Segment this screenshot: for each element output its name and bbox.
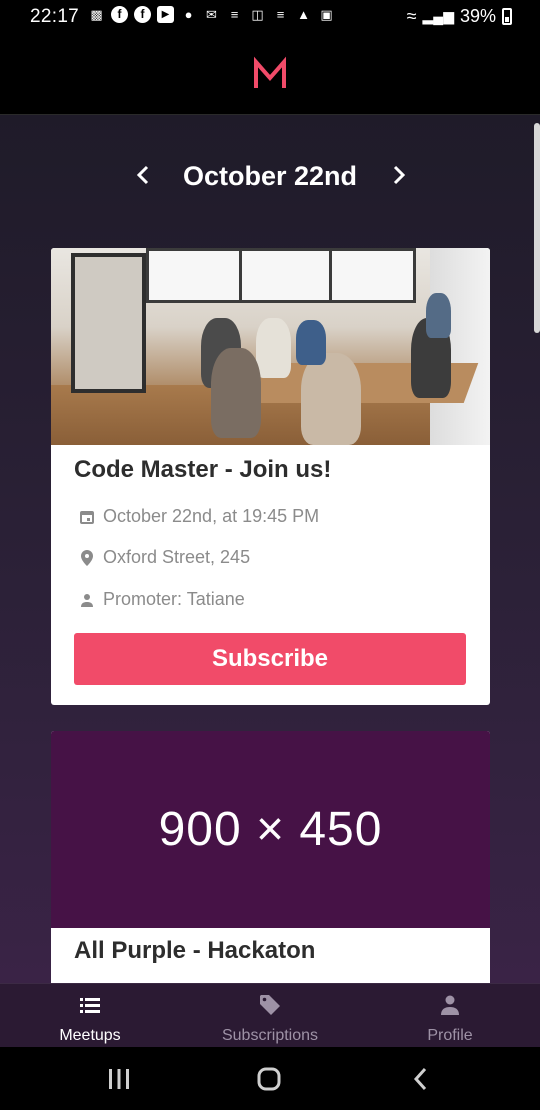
status-bar: 22:17 ▩ f f ▶ ● ✉ ≡ ◫ ≡ ▲ ▣ ≈ ▂▄▆ 39% [0,0,540,34]
status-time: 22:17 [30,6,80,27]
meetup-photo [51,248,490,445]
image-placeholder: 900 × 450 [51,731,490,928]
signal-icon: ▂▄▆ [422,8,454,24]
tab-meetups[interactable]: Meetups [0,984,180,1048]
wifi-icon: ≈ [406,6,417,26]
meetup-title: Code Master - Join us! [74,456,332,483]
app-icon: ≡ [276,7,285,22]
app-header [0,34,540,115]
chevron-left-icon[interactable] [130,161,158,189]
mail-icon: ✉ [206,7,217,22]
meetup-card[interactable]: Code Master - Join us! October 22nd, at … [51,248,490,705]
tab-subscriptions[interactable]: Subscriptions [180,984,360,1048]
facebook-icon: f [134,6,151,23]
back-icon[interactable] [406,1065,436,1093]
location-text: Oxford Street, 245 [103,547,251,567]
subscribe-button[interactable]: Subscribe [74,633,466,685]
meetup-title: All Purple - Hackaton [74,937,316,964]
tab-label: Subscriptions [221,1027,319,1044]
list-icon [80,998,100,1013]
calendar-icon [79,509,95,525]
reddit-icon: ● [184,7,193,22]
recent-apps-icon[interactable] [104,1065,134,1093]
tab-label: Meetups [59,1027,121,1044]
tab-profile[interactable]: Profile [360,984,540,1048]
person-icon [79,592,95,608]
app-icon: ≡ [230,7,239,22]
status-right: ≈ ▂▄▆ 39% [407,6,512,27]
notification-icons: ▩ f f ▶ ● ✉ ≡ ◫ ≡ ▲ ▣ [88,6,335,23]
promoter-text: Promoter: Tatiane [103,589,245,609]
meetup-location: Oxford Street, 245 [79,547,250,568]
location-pin-icon [79,549,95,566]
chevron-right-icon[interactable] [384,161,412,189]
facebook-icon: f [111,6,128,23]
message-icon: ▩ [90,7,103,22]
battery-icon [502,8,512,25]
tag-icon [260,995,280,1015]
meetup-card[interactable]: 900 × 450 All Purple - Hackaton [51,731,490,983]
image-icon: ▣ [320,7,333,22]
battery-percent: 39% [459,6,496,26]
layout-icon: ◫ [251,7,264,22]
system-nav-bar [0,1047,540,1110]
meetups-list[interactable]: October 22nd Code Master - Join us! Octo [0,115,540,983]
date-navigation: October 22nd [0,155,540,199]
current-date: October 22nd [182,161,358,191]
home-icon[interactable] [254,1065,284,1093]
meetup-datetime: October 22nd, at 19:45 PM [79,506,319,527]
tab-label: Profile [427,1027,473,1044]
bottom-tab-bar: Meetups Subscriptions Profile [0,983,540,1047]
datetime-text: October 22nd, at 19:45 PM [103,506,320,526]
person-icon [441,995,459,1015]
youtube-icon: ▶ [157,6,174,23]
meetup-promoter: Promoter: Tatiane [79,589,245,610]
meetup-logo-icon [254,56,286,88]
warning-icon: ▲ [297,7,310,22]
